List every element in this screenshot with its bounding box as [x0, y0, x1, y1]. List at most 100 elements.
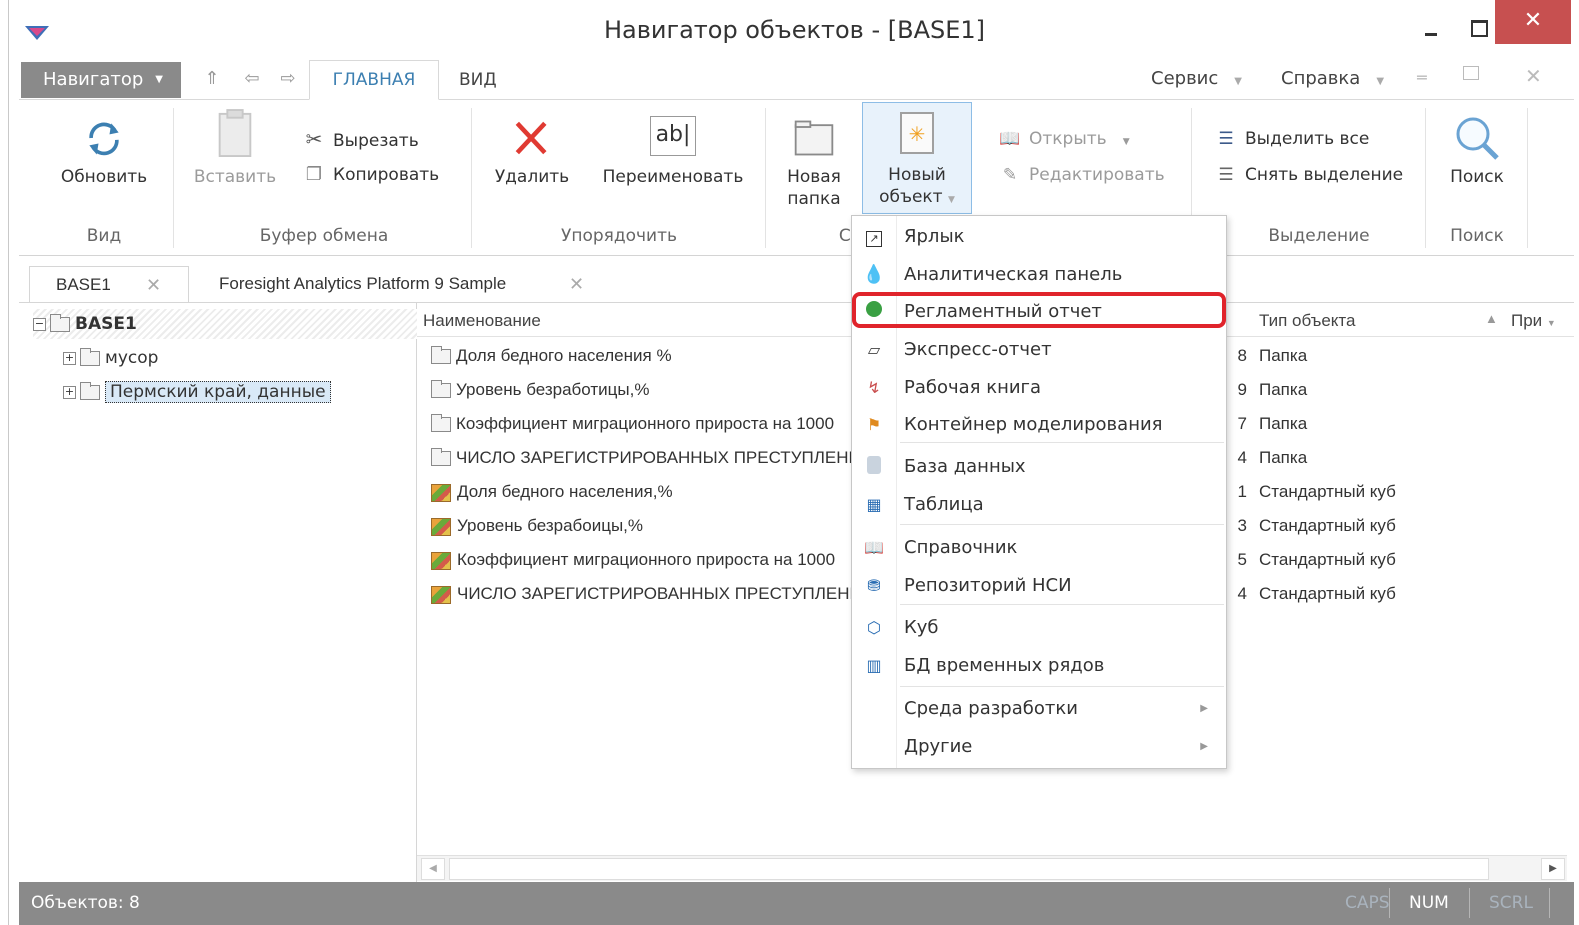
menu-item-label: Ярлык [904, 226, 965, 247]
up-level-icon[interactable]: ⇑ [201, 68, 223, 90]
menu-item-label: Таблица [904, 494, 984, 515]
tree-node-perm[interactable]: + Пермский край, данные [63, 377, 331, 407]
new-object-label-2-wrap: объект ▼ [863, 187, 971, 207]
chevron-down-icon: ▼ [1234, 76, 1242, 87]
paste-label: Вставить [193, 167, 277, 187]
horizontal-scrollbar[interactable]: ◀ ▶ [417, 855, 1567, 881]
scroll-left-icon[interactable]: ◀ [421, 858, 445, 880]
express-report-icon: ▱ [867, 340, 881, 359]
menu-item-label: Контейнер моделирования [904, 414, 1163, 435]
help-menu[interactable]: Справка ▼ [1281, 68, 1384, 89]
service-menu[interactable]: Сервис ▼ [1151, 68, 1242, 89]
delete-button[interactable]: Удалить [487, 116, 577, 188]
paste-icon [218, 109, 252, 157]
new-folder-button[interactable]: Новая папка [771, 116, 857, 210]
scrollbar-thumb[interactable] [449, 858, 1489, 880]
new-folder-label-2: папка [787, 189, 841, 209]
list-item-label: Доля бедного населения % [456, 346, 672, 365]
close-icon[interactable]: ✕ [146, 267, 161, 303]
open-book-icon: 📖 [999, 129, 1021, 149]
ribbon-tab-row: Навигатор ▼ ⇑ ⇦ ⇨ ГЛАВНАЯ ВИД Сервис ▼ Сп… [19, 60, 1574, 100]
folder-icon [431, 448, 451, 467]
mdi-restore-icon[interactable] [1463, 66, 1479, 80]
back-arrow-icon[interactable]: ⇦ [241, 68, 263, 90]
menu-item[interactable]: Среда разработки ▶ [852, 690, 1226, 728]
tab-view[interactable]: ВИД [459, 60, 509, 100]
menu-item[interactable]: ↗ Ярлык [852, 218, 1226, 256]
menu-item[interactable]: 💧 Аналитическая панель [852, 256, 1226, 294]
cube-icon [431, 551, 451, 570]
menu-item[interactable]: ⛃ Репозиторий НСИ [852, 567, 1226, 605]
clear-selection-button[interactable]: ☰ Снять выделение [1215, 162, 1403, 188]
list-item-date: 9 [1237, 380, 1247, 399]
select-all-button[interactable]: ☰ Выделить все [1215, 126, 1369, 152]
list-item-date: 3 [1237, 516, 1247, 535]
menu-item[interactable]: ▦ Таблица [852, 486, 1226, 524]
new-folder-label-1: Новая [787, 167, 841, 187]
list-item-date: 8 [1237, 346, 1247, 365]
list-item-label: ЧИСЛО ЗАРЕГИСТРИРОВАННЫХ ПРЕСТУПЛЕНИЙ [456, 448, 861, 467]
submenu-arrow-icon: ▶ [1200, 741, 1208, 752]
tree-node-label: мусор [105, 348, 159, 368]
cut-button[interactable]: ✂ Вырезать [303, 126, 419, 152]
list-item-type: Стандартный куб [1259, 516, 1396, 535]
menu-item[interactable]: ↯ Рабочая книга [852, 369, 1226, 407]
menu-item[interactable]: 📖 Справочник [852, 529, 1226, 567]
title-bar: Навигатор объектов - [BASE1] ✕ [9, 0, 1579, 60]
paste-button[interactable]: Вставить [185, 108, 285, 188]
num-indicator: NUM [1409, 893, 1449, 913]
collapse-icon[interactable]: − [33, 317, 46, 331]
maximize-button[interactable] [1457, 8, 1497, 44]
tree-node-trash[interactable]: + мусор [63, 343, 158, 373]
refresh-label: Обновить [60, 167, 148, 187]
open-button[interactable]: 📖 Открыть ▼ [999, 126, 1129, 152]
forward-arrow-icon[interactable]: ⇨ [277, 68, 299, 90]
rename-label: Переименовать [602, 167, 744, 187]
tab-base1-label: BASE1 [56, 275, 111, 294]
list-item-label: Коэффициент миграционного прироста на 10… [457, 550, 836, 569]
navigator-menu-button[interactable]: Навигатор ▼ [21, 62, 181, 98]
list-item-label: ЧИСЛО ЗАРЕГИСТРИРОВАННЫХ ПРЕСТУПЛЕНИЙ [457, 584, 861, 603]
group-separator [765, 108, 766, 248]
new-object-button[interactable]: ✳ Новый объект ▼ [862, 102, 972, 214]
column-header-name[interactable]: Наименование [423, 311, 541, 331]
tree-node-root[interactable]: − BASE1 [33, 309, 137, 339]
menu-item[interactable]: ⬡ Куб [852, 609, 1226, 647]
menu-item[interactable]: База данных [852, 448, 1226, 486]
expand-icon[interactable]: + [63, 351, 76, 365]
minimize-button[interactable] [1411, 8, 1451, 44]
menu-item-label: Репозиторий НСИ [904, 575, 1072, 596]
search-button[interactable]: Поиск [1437, 114, 1517, 188]
mdi-minimize-icon[interactable]: ═ [1417, 68, 1427, 87]
refresh-button[interactable]: Обновить [49, 116, 159, 188]
close-button[interactable]: ✕ [1495, 0, 1571, 44]
cube-icon: ⬡ [867, 618, 881, 637]
tab-base1[interactable]: BASE1 ✕ [29, 266, 189, 304]
scroll-right-icon[interactable]: ▶ [1541, 858, 1565, 880]
mdi-close-icon[interactable]: ✕ [1525, 64, 1542, 88]
copy-button[interactable]: ❐ Копировать [303, 162, 439, 188]
expand-icon[interactable]: + [63, 385, 76, 399]
menu-item[interactable]: Другие ▶ [852, 728, 1226, 766]
select-all-label: Выделить все [1245, 129, 1370, 149]
tab-main[interactable]: ГЛАВНАЯ [309, 60, 439, 100]
cube-icon [431, 517, 451, 536]
column-header-type[interactable]: Тип объекта [1259, 311, 1355, 331]
edit-label: Редактировать [1029, 165, 1165, 185]
menu-item-label: Куб [904, 617, 939, 638]
edit-button[interactable]: ✎ Редактировать [999, 162, 1165, 188]
list-item-type: Папка [1259, 346, 1308, 365]
navigator-menu-label: Навигатор [43, 69, 144, 90]
close-icon[interactable]: ✕ [569, 266, 584, 302]
menu-item[interactable]: ▱ Экспресс-отчет [852, 331, 1226, 369]
tab-sample[interactable]: Foresight Analytics Platform 9 Sample ✕ [219, 266, 599, 304]
column-header-more[interactable]: При ▼ [1511, 311, 1556, 331]
list-item-type: Папка [1259, 448, 1308, 467]
menu-separator [900, 686, 1224, 687]
new-object-label-1: Новый [888, 165, 946, 185]
rename-button[interactable]: ab| Переименовать [593, 116, 753, 188]
svg-text:✳: ✳ [909, 122, 926, 146]
menu-item[interactable]: ▥ БД временных рядов [852, 647, 1226, 685]
menu-item[interactable]: ⚑ Контейнер моделирования [852, 406, 1226, 444]
menu-item-label: БД временных рядов [904, 655, 1105, 676]
